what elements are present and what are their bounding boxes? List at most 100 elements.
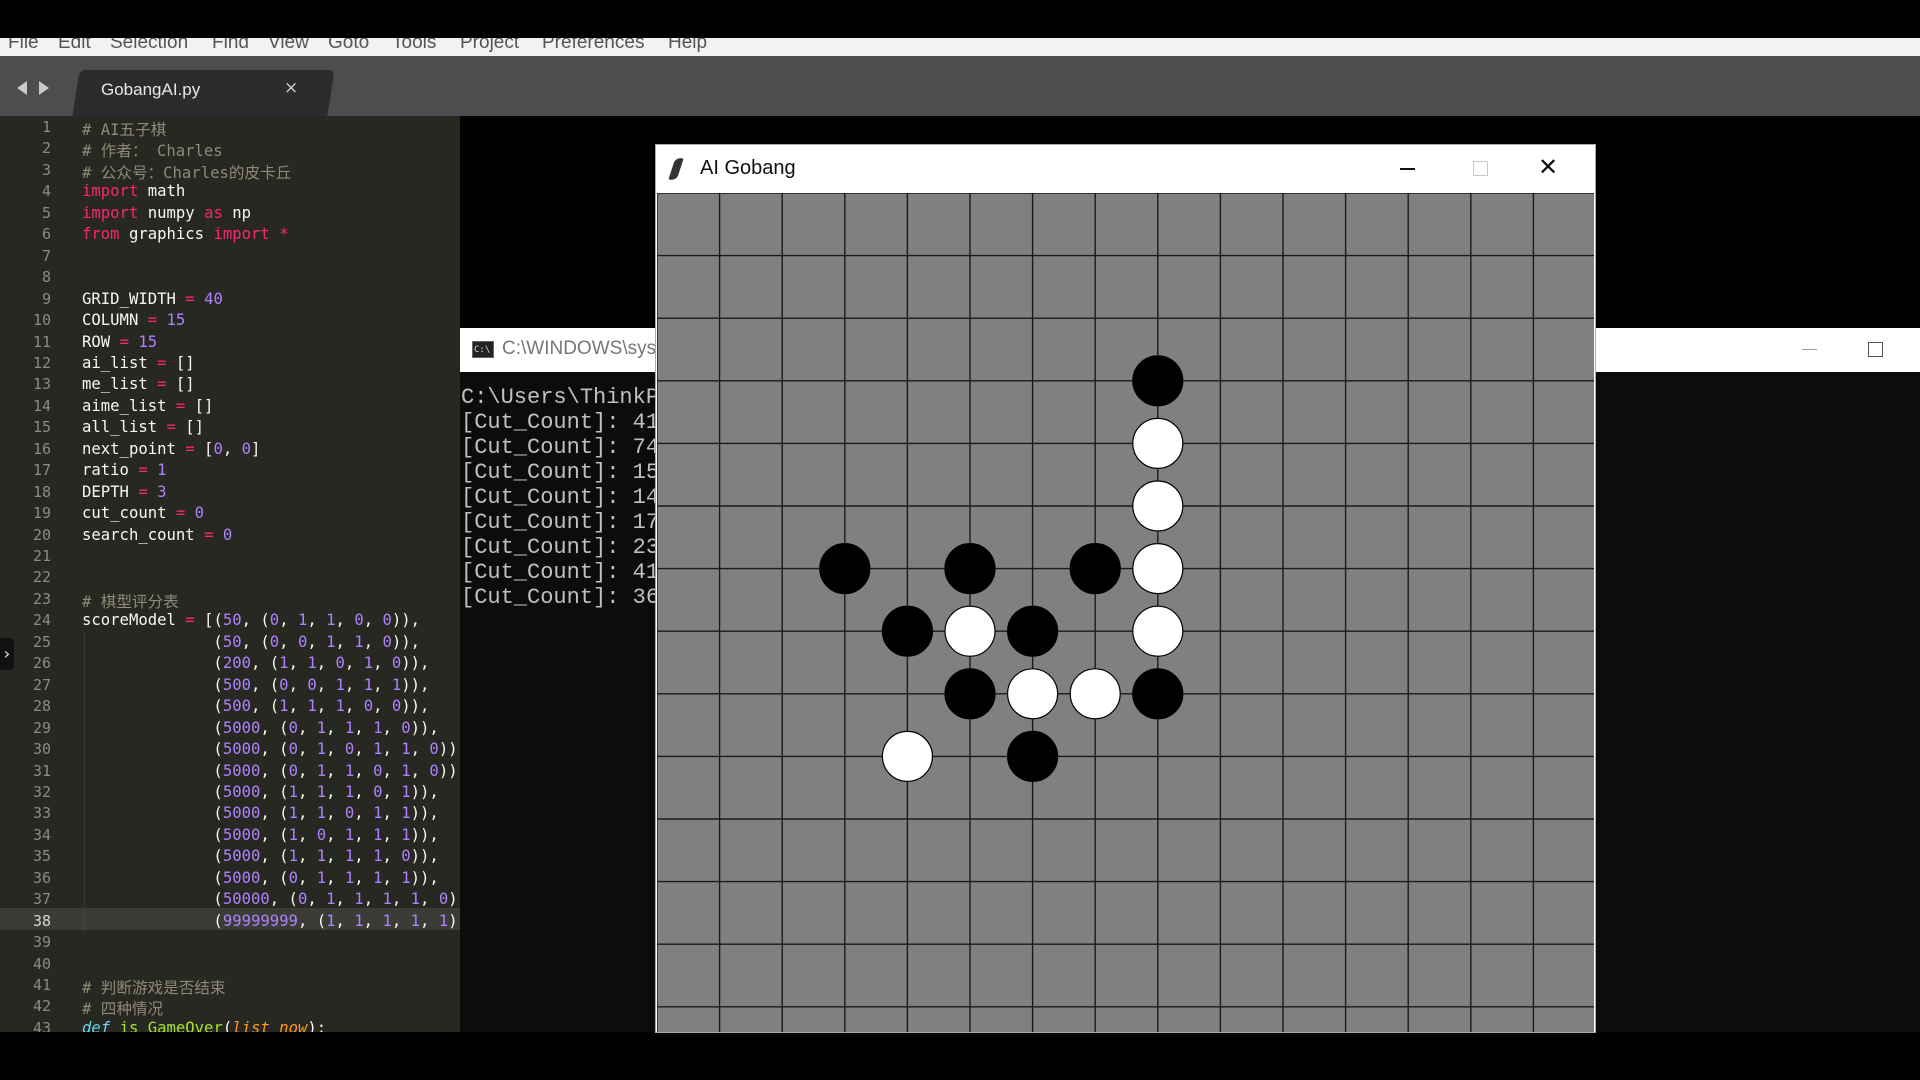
black-stone bbox=[1007, 605, 1059, 657]
white-stone bbox=[1069, 668, 1121, 720]
menu-item-edit[interactable]: Edit bbox=[58, 38, 91, 54]
line-number: 32 bbox=[32, 782, 51, 801]
console-line: C:\Users\ThinkPad bbox=[461, 385, 686, 410]
cmd-icon: C:\ bbox=[472, 341, 494, 358]
code-line: (5000, (0, 1, 0, 1, 1, 0)), bbox=[82, 740, 460, 759]
code-line: # AI五子棋 bbox=[82, 121, 167, 139]
line-number: 8 bbox=[41, 268, 51, 287]
code-line: scoreModel = [(50, (0, 1, 1, 0, 0)), bbox=[82, 611, 421, 630]
line-number: 18 bbox=[32, 482, 51, 501]
code-line: (99999999, (1, 1, 1, 1, 1))] bbox=[82, 911, 460, 930]
console-line: [Cut_Count]: 414 bbox=[461, 560, 673, 585]
nav-forward-icon[interactable] bbox=[39, 81, 49, 95]
menu-item-view[interactable]: View bbox=[268, 38, 309, 54]
line-number: 31 bbox=[32, 761, 51, 780]
code-line: (5000, (1, 1, 1, 0, 1)), bbox=[82, 782, 439, 801]
code-line: import math bbox=[82, 182, 186, 201]
code-line: # 四种情况 bbox=[82, 1000, 164, 1019]
line-number: 43 bbox=[32, 1018, 51, 1032]
gobang-title: AI Gobang bbox=[700, 157, 796, 179]
menu-item-project[interactable]: Project bbox=[460, 38, 519, 54]
code-line: DEPTH = 3 bbox=[82, 482, 167, 501]
menu-item-find[interactable]: Find bbox=[212, 38, 249, 54]
line-number: 15 bbox=[32, 418, 51, 437]
white-stone bbox=[1132, 605, 1184, 657]
gobang-window[interactable]: AI Gobang ✕ bbox=[656, 145, 1595, 1032]
menu-item-goto[interactable]: Goto bbox=[328, 38, 369, 54]
white-stone bbox=[1007, 668, 1059, 720]
fold-arrow-icon[interactable]: › bbox=[0, 638, 14, 670]
gobang-board[interactable] bbox=[657, 193, 1594, 1032]
black-stone bbox=[944, 543, 996, 595]
line-number: 17 bbox=[32, 461, 51, 480]
black-stone bbox=[1007, 730, 1059, 783]
code-editor[interactable]: 1 2 3 4 5 6 7 8 9 10 11 12 13 14 15 16 17 18 19 20 21 22 23 24 2… bbox=[0, 116, 460, 1032]
line-number: 11 bbox=[32, 332, 51, 351]
line-number: 29 bbox=[32, 718, 51, 737]
tab-title[interactable]: GobangAI.py bbox=[101, 80, 200, 100]
code-line: next_point = [0, 0] bbox=[82, 439, 261, 458]
gobang-close-button[interactable]: ✕ bbox=[1538, 153, 1558, 181]
line-number: 23 bbox=[32, 589, 51, 608]
code-line: # 判断游戏是否结束 bbox=[82, 979, 226, 997]
code-line: COLUMN = 15 bbox=[82, 311, 186, 330]
code-line: ai_list = [] bbox=[82, 353, 195, 372]
line-number: 34 bbox=[32, 825, 51, 844]
gobang-maximize-button[interactable] bbox=[1473, 161, 1488, 176]
code-line: (5000, (1, 1, 1, 1, 0)), bbox=[82, 847, 439, 866]
console-line: [Cut_Count]: 367 bbox=[461, 585, 673, 610]
code-line: import numpy as np bbox=[82, 203, 252, 222]
line-number: 21 bbox=[32, 547, 51, 565]
black-stone bbox=[819, 543, 871, 595]
feather-icon bbox=[668, 156, 684, 182]
line-number: 9 bbox=[41, 289, 51, 308]
code-line: from graphics import * bbox=[82, 225, 289, 244]
menu-item-selection[interactable]: Selection bbox=[110, 38, 188, 54]
console-line: [Cut_Count]: 177 bbox=[461, 510, 673, 535]
line-number: 30 bbox=[32, 740, 51, 759]
menu-item-help[interactable]: Help bbox=[668, 38, 707, 54]
line-number: 14 bbox=[32, 396, 51, 415]
white-stone bbox=[1132, 417, 1184, 469]
tab-close-icon[interactable]: × bbox=[284, 78, 298, 98]
code-line: def is_GameOver(list_now): bbox=[82, 1018, 327, 1032]
line-number: 39 bbox=[32, 933, 51, 952]
code-line: (500, (0, 0, 1, 1, 1)), bbox=[82, 675, 430, 694]
code-line: (50, (0, 0, 1, 1, 0)), bbox=[82, 632, 421, 651]
code-line: search_count = 0 bbox=[82, 525, 233, 544]
line-number: 33 bbox=[32, 804, 51, 823]
code-line: GRID_WIDTH = 40 bbox=[82, 289, 223, 308]
white-stone bbox=[1132, 480, 1184, 532]
line-number: 20 bbox=[32, 525, 51, 544]
line-number: 35 bbox=[32, 847, 51, 866]
menu-bar: File Edit Selection Find View Goto Tools Projec… bbox=[0, 38, 1920, 56]
gobang-titlebar[interactable]: AI Gobang ✕ bbox=[656, 145, 1595, 193]
menu-item-tools[interactable]: Tools bbox=[392, 38, 436, 54]
line-number: 40 bbox=[32, 954, 51, 973]
nav-back-icon[interactable] bbox=[17, 81, 27, 95]
line-number: 28 bbox=[32, 697, 51, 716]
gobang-minimize-button[interactable] bbox=[1400, 168, 1415, 170]
code-line: ratio = 1 bbox=[82, 461, 167, 480]
white-stone bbox=[1132, 543, 1184, 595]
line-number: 12 bbox=[32, 353, 51, 372]
black-stone bbox=[1132, 668, 1184, 720]
code-line: ROW = 15 bbox=[82, 332, 158, 351]
line-number: 7 bbox=[41, 246, 51, 265]
menu-item-file[interactable]: File bbox=[8, 38, 39, 54]
code-line: (500, (1, 1, 1, 0, 0)), bbox=[82, 697, 430, 716]
line-number: 10 bbox=[32, 311, 51, 330]
menu-item-preferences[interactable]: Preferences bbox=[542, 38, 644, 54]
console-maximize-button[interactable] bbox=[1868, 342, 1883, 357]
code-line: (5000, (0, 1, 1, 1, 0)), bbox=[82, 718, 439, 737]
line-number: 38 bbox=[32, 911, 51, 930]
black-stone bbox=[1069, 543, 1121, 595]
line-number: 42 bbox=[32, 997, 51, 1016]
code-line: all_list = [] bbox=[82, 418, 205, 437]
code-line: (50000, (0, 1, 1, 1, 1, 0)), bbox=[82, 890, 460, 909]
line-number: 13 bbox=[32, 375, 51, 394]
line-number-gutter: 1 2 3 4 5 6 7 8 9 10 11 12 13 14 15 16 17 18 19 20 21 22 23 24 2… bbox=[0, 116, 68, 1032]
console-minimize-button[interactable] bbox=[1802, 349, 1817, 350]
code-line: (5000, (0, 1, 1, 0, 1, 0)), bbox=[82, 761, 460, 780]
console-line: [Cut_Count]: 41, bbox=[461, 410, 673, 435]
